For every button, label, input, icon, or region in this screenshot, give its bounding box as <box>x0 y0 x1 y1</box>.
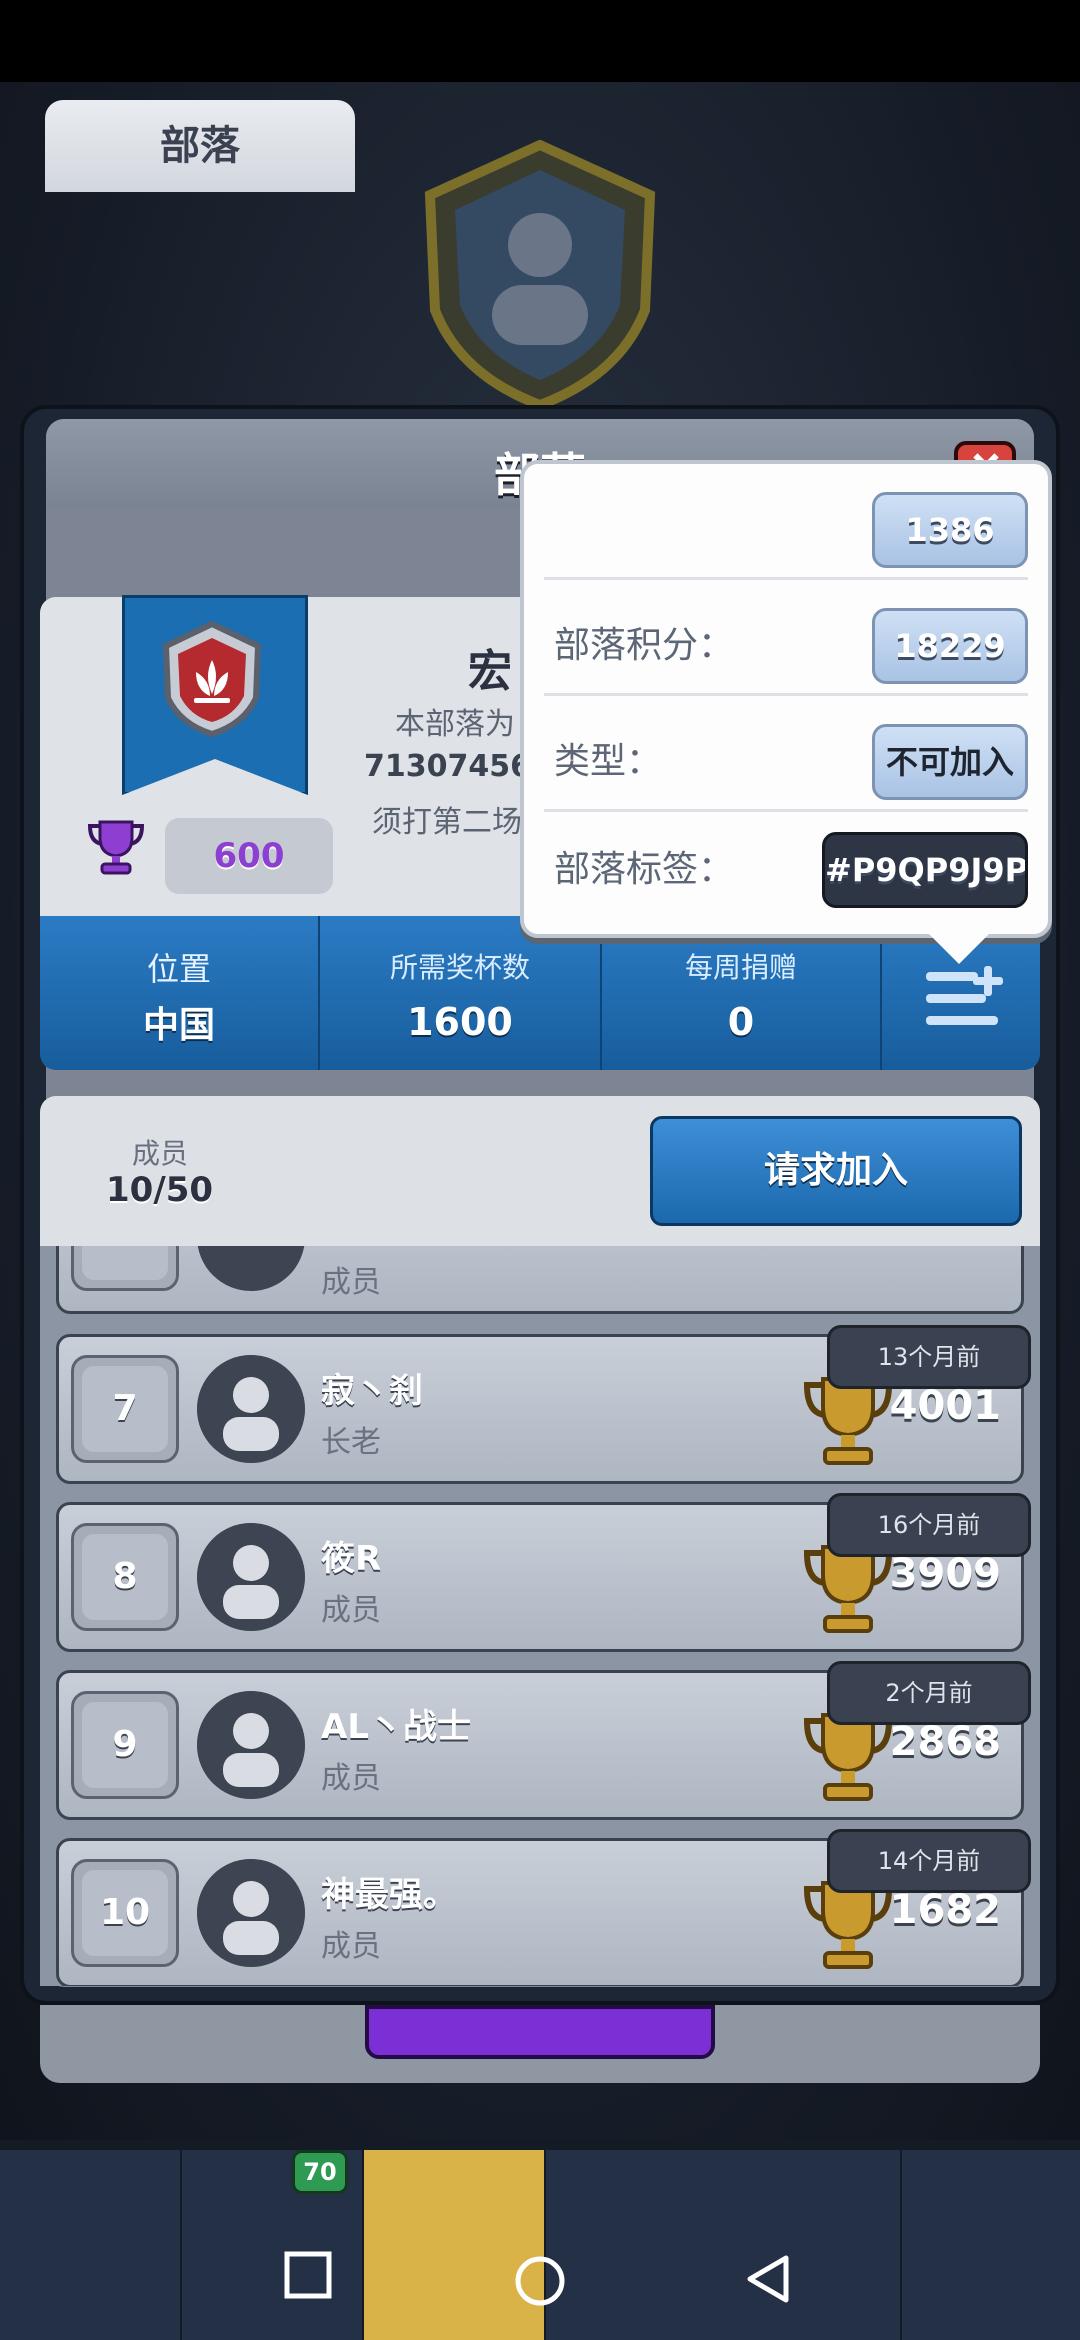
popup-clan-score-label: 部落积分： <box>554 625 735 666</box>
popup-pointer <box>925 930 993 964</box>
rank-box: 7 <box>71 1355 179 1463</box>
stat-required-trophies-value: 1600 <box>407 1000 513 1044</box>
members-header: 成员 10/50 请求加入 <box>40 1096 1040 1246</box>
avatar <box>197 1859 305 1967</box>
game-bottom-nav <box>0 2140 1080 2340</box>
rank-number: 10 <box>82 1870 168 1956</box>
rank-number: 7 <box>82 1366 168 1452</box>
clan-description-line-1: 本部落为 <box>395 707 515 742</box>
last-seen-badge: 2个月前 <box>827 1661 1031 1725</box>
clan-name: 宏 <box>468 646 512 697</box>
last-seen-badge: 16个月前 <box>827 1493 1031 1557</box>
member-row[interactable]: 9 AL丶战士 成员 2868 2个月前 <box>56 1661 1031 1820</box>
stat-location-label: 位置 <box>146 950 211 988</box>
rank-number <box>82 1246 168 1280</box>
avatar <box>197 1523 305 1631</box>
lotus-badge-icon <box>162 620 262 738</box>
stat-weekly-donations-value: 0 <box>727 1000 755 1044</box>
popup-tag-label: 部落标签： <box>554 849 735 890</box>
rank-box: 9 <box>71 1691 179 1799</box>
purple-tab-bar <box>365 2005 715 2059</box>
member-role: 成员 <box>321 1265 381 1300</box>
rank-box <box>71 1246 179 1291</box>
clan-description-line-2: 71307456 <box>364 749 531 784</box>
member-name: 寂丶刹 <box>321 1371 423 1411</box>
members-count: 10/50 <box>106 1170 214 1210</box>
member-row[interactable]: 7 寂丶刹 长老 4001 13个月前 <box>56 1325 1031 1484</box>
nav-clan[interactable] <box>546 2150 900 2340</box>
popup-type-value: 不可加入 <box>872 724 1028 800</box>
stat-weekly-donations: 每周捐赠 0 <box>602 916 882 1070</box>
clan-info-popup: 1386 部落积分： 18229 类型： 不可加入 部落标签： #P9QP9J9… <box>520 460 1052 938</box>
rank-box: 8 <box>71 1523 179 1631</box>
avatar <box>197 1355 305 1463</box>
popup-row-type: 类型： 不可加入 <box>544 696 1028 812</box>
stat-location: 位置 中国 <box>40 916 320 1070</box>
stat-location-value: 中国 <box>142 1005 215 1046</box>
member-role: 长老 <box>321 1425 381 1460</box>
purple-trophy-icon <box>88 820 144 875</box>
rank-box: 10 <box>71 1859 179 1967</box>
last-seen-badge: 14个月前 <box>827 1829 1031 1893</box>
nav-events[interactable] <box>902 2150 1080 2340</box>
member-row-partial[interactable]: 成员 <box>56 1246 1024 1314</box>
home-icon[interactable] <box>513 2254 567 2308</box>
popup-clan-war-trophies-value: 1386 <box>872 492 1028 568</box>
tab-clan[interactable]: 部落 <box>45 100 355 192</box>
clan-description-line-3: 须打第二场 <box>372 805 522 840</box>
required-trophies-badge: 600 <box>165 818 333 894</box>
member-trophies: 2868 <box>889 1719 1001 1765</box>
members-label: 成员 <box>132 1137 189 1170</box>
popup-clan-score-value: 18229 <box>872 608 1028 684</box>
popup-row-score-top: 1386 <box>544 464 1028 580</box>
recents-icon[interactable] <box>283 2250 333 2300</box>
cards-count-badge: 70 <box>292 2150 348 2194</box>
member-row[interactable]: 10 神最强。 成员 1682 14个月前 <box>56 1829 1031 1986</box>
member-role: 成员 <box>321 1761 381 1796</box>
popup-row-clan-score: 部落积分： 18229 <box>544 580 1028 696</box>
avatar <box>197 1691 305 1799</box>
popup-row-tag: 部落标签： #P9QP9J9P <box>544 804 1028 920</box>
nav-shop[interactable] <box>0 2150 180 2340</box>
stat-required-trophies: 所需奖杯数 1600 <box>320 916 602 1070</box>
rank-number: 8 <box>82 1534 168 1620</box>
last-seen-badge: 13个月前 <box>827 1325 1031 1389</box>
popup-type-label: 类型： <box>554 741 663 782</box>
member-trophies: 1682 <box>889 1887 1001 1933</box>
member-name: 筱R <box>321 1539 382 1579</box>
member-trophies: 3909 <box>889 1551 1001 1597</box>
member-name: 神最强。 <box>321 1875 457 1915</box>
member-name: AL丶战士 <box>321 1707 471 1747</box>
member-row[interactable]: 8 筱R 成员 3909 16个月前 <box>56 1493 1031 1652</box>
member-role: 成员 <box>321 1929 381 1964</box>
member-list[interactable]: 成员 7 寂丶刹 长老 4001 13个月前 8 筱R 成员 3909 16个月… <box>40 1246 1040 1986</box>
status-bar <box>0 0 1080 82</box>
stat-weekly-donations-label: 每周捐赠 <box>684 951 797 984</box>
back-icon[interactable] <box>742 2252 792 2306</box>
member-trophies: 4001 <box>889 1383 1001 1429</box>
rank-number: 9 <box>82 1702 168 1788</box>
request-join-button[interactable]: 请求加入 <box>650 1116 1022 1226</box>
clan-info-menu-icon[interactable] <box>922 962 1012 1034</box>
stat-required-trophies-label: 所需奖杯数 <box>389 951 530 984</box>
nav-battle[interactable] <box>364 2150 544 2340</box>
popup-tag-value[interactable]: #P9QP9J9P <box>822 832 1028 908</box>
member-role: 成员 <box>321 1593 381 1628</box>
clan-crest-icon <box>424 140 656 410</box>
avatar <box>197 1246 305 1291</box>
clan-stats-bar: 位置 中国 所需奖杯数 1600 每周捐赠 0 <box>40 916 1040 1070</box>
